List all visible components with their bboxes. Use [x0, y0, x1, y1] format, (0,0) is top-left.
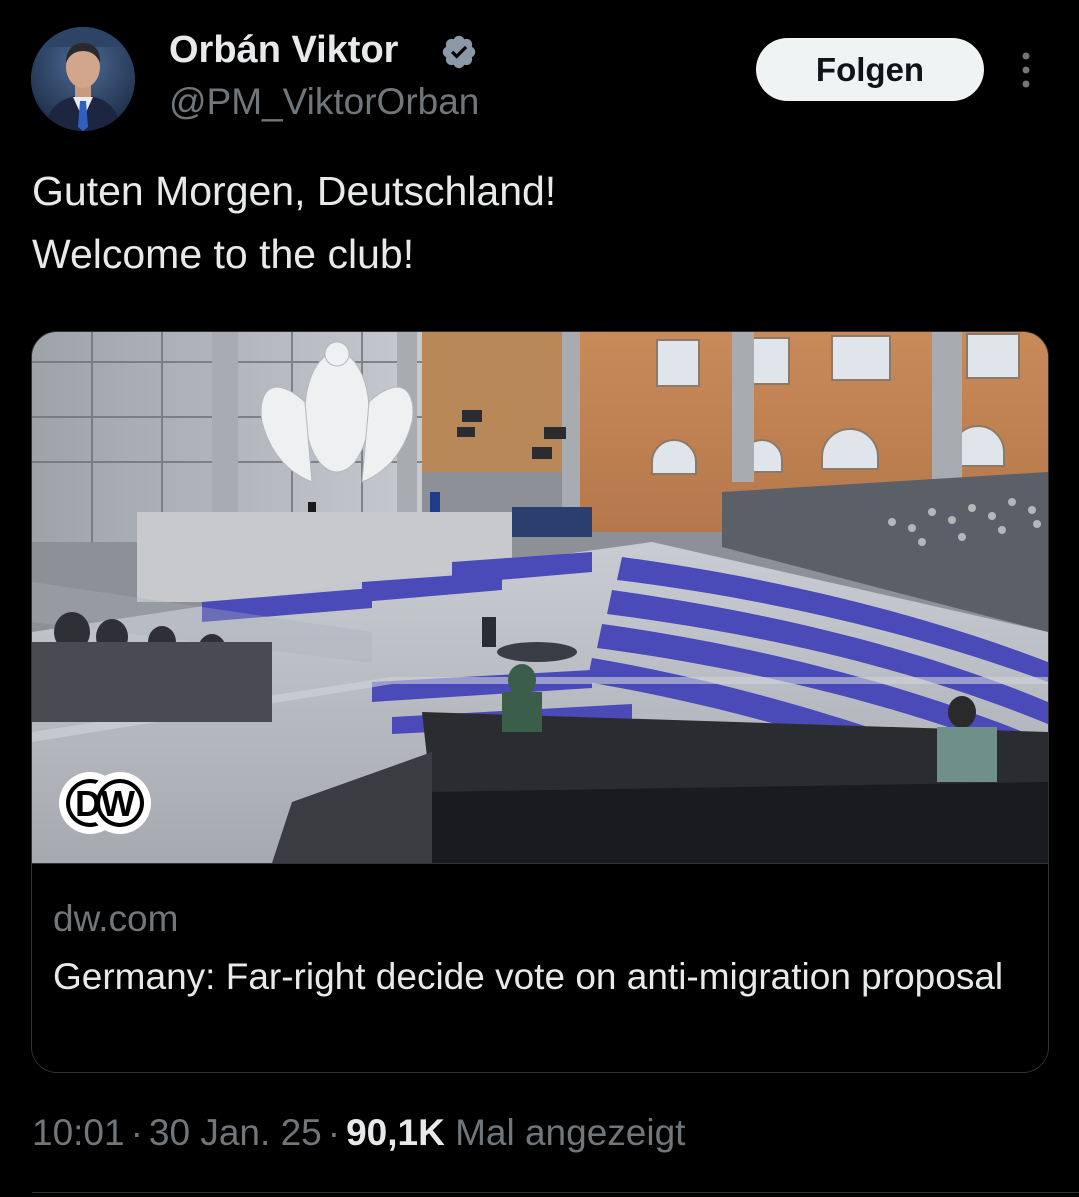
card-footer[interactable]: dw.com Germany: Far-right decide vote on… — [32, 863, 1048, 1072]
views-count[interactable]: 90,1K — [346, 1112, 445, 1153]
more-vertical-icon[interactable] — [1012, 50, 1040, 90]
divider — [32, 1192, 1079, 1193]
views-label: Mal angezeigt — [455, 1112, 686, 1153]
follow-button[interactable]: Folgen — [756, 38, 984, 101]
dw-logo: DW — [59, 772, 151, 834]
card-image-parliament-chamber[interactable]: DW — [32, 332, 1048, 863]
card-title: Germany: Far-right decide vote on anti-m… — [53, 956, 1004, 997]
link-preview-card[interactable]: DW dw.com Germany: Far-right decide vote… — [31, 331, 1049, 1073]
profile-photo — [31, 27, 135, 131]
avatar[interactable] — [31, 27, 135, 131]
author-handle[interactable]: @PM_ViktorOrban — [169, 81, 479, 123]
tweet-time[interactable]: 10:01 — [32, 1112, 125, 1153]
meta-separator: · — [327, 1112, 341, 1153]
verified-badge-icon — [442, 35, 476, 69]
tweet-text-line: Guten Morgen, Deutschland! — [32, 168, 557, 214]
tweet-text-line: Welcome to the club! — [32, 231, 415, 277]
tweet-date[interactable]: 30 Jan. 25 — [149, 1112, 322, 1153]
dw-logo-text: DW — [75, 783, 135, 824]
card-domain: dw.com — [53, 898, 179, 939]
author-display-name[interactable]: Orbán Viktor — [169, 29, 398, 72]
tweet-text: Guten Morgen, Deutschland! Welcome to th… — [32, 160, 556, 286]
meta-separator: · — [130, 1112, 143, 1153]
tweet-metadata: 10:01 · 30 Jan. 25 · 90,1K Mal angezeigt — [32, 1112, 685, 1154]
